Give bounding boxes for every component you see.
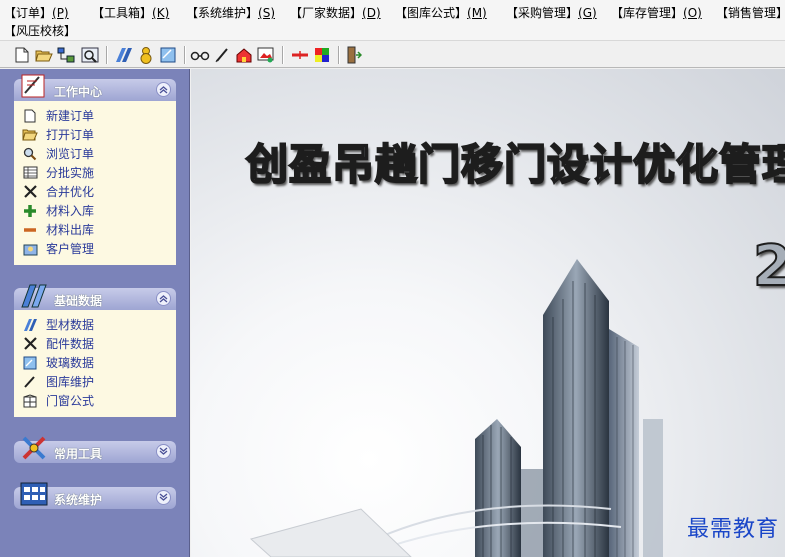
menu-sales[interactable]: 【销售管理】 (716, 5, 785, 21)
nav-item-new-order[interactable]: 新建订单 (22, 106, 172, 125)
menu-toolbox[interactable]: 【工具箱】(K) (92, 5, 169, 21)
nav-item-browse-orders[interactable]: 浏览订单 (22, 144, 172, 163)
group-body-basic-data: 型材数据 配件数据 玻璃数据 图库维护 门窗公式 (14, 310, 176, 417)
tools-icon (22, 336, 38, 352)
chevron-down-icon[interactable] (156, 490, 171, 505)
menu-vendor-data[interactable]: 【厂家数据】(D) (290, 5, 381, 21)
splash-title: 创盈吊趟门移门设计优化管理系统 (245, 139, 785, 190)
nav-item-open-order[interactable]: 打开订单 (22, 125, 172, 144)
work-center-icon (18, 71, 50, 101)
common-tools-icon (18, 433, 50, 463)
cut-line-icon[interactable] (290, 45, 310, 65)
group-header-common-tools[interactable]: 常用工具 (14, 436, 176, 463)
group-title: 工作中心 (54, 85, 103, 99)
gourd-icon[interactable] (136, 45, 156, 65)
basic-data-icon (18, 280, 50, 310)
menu-wind-pressure[interactable]: 【风压校核】 (4, 23, 76, 39)
magnifier-icon (22, 146, 38, 162)
glasses-icon[interactable] (190, 45, 210, 65)
glass-icon[interactable] (158, 45, 178, 65)
toolbar-separator (338, 46, 340, 64)
splash-screen: 创盈吊趟门移门设计优化管理系统 2 最需教育 (191, 69, 785, 557)
navigation-panel: 工作中心 新建订单 打开订单 浏览订单 分批实施 合并优化 材料入库 材料出库 … (0, 69, 190, 557)
toolbar (0, 40, 785, 68)
menu-inventory[interactable]: 【库存管理】(O) (611, 5, 702, 21)
open-folder-icon[interactable] (34, 45, 54, 65)
menu-bar: 【订单】(P) 【工具箱】(K) 【系统维护】(S) 【厂家数据】(D) 【图库… (0, 0, 785, 40)
watermark-text: 最需教育 (686, 517, 779, 542)
chevron-up-icon[interactable] (156, 82, 171, 97)
splash-version-fragment: 2 (752, 233, 785, 300)
menu-purchasing[interactable]: 【采购管理】(G) (506, 5, 597, 21)
group-title: 基础数据 (54, 294, 103, 308)
house-icon[interactable] (234, 45, 254, 65)
nav-item-library-maintenance[interactable]: 图库维护 (22, 372, 172, 391)
group-header-basic-data[interactable]: 基础数据 (14, 284, 176, 310)
nav-item-customer-management[interactable]: 客户管理 (22, 239, 172, 258)
nav-item-fittings-data[interactable]: 配件数据 (22, 334, 172, 353)
toolbar-separator (282, 46, 284, 64)
exit-door-icon[interactable] (344, 45, 364, 65)
nav-item-profile-data[interactable]: 型材数据 (22, 315, 172, 334)
group-title: 常用工具 (54, 447, 103, 461)
pen-icon (22, 374, 38, 390)
menu-library-formula[interactable]: 【图库公式】(M) (395, 5, 487, 21)
color-grid-icon[interactable] (312, 45, 332, 65)
nav-item-material-outbound[interactable]: 材料出库 (22, 220, 172, 239)
group-header-system-maintenance[interactable]: 系统维护 (14, 482, 176, 509)
nav-item-glass-data[interactable]: 玻璃数据 (22, 353, 172, 372)
table-icon (22, 165, 38, 181)
minus-icon (22, 222, 38, 238)
new-doc-icon (22, 108, 38, 124)
menu-system-maintenance[interactable]: 【系统维护】(S) (186, 5, 275, 21)
nav-item-batch-implementation[interactable]: 分批实施 (22, 163, 172, 182)
glass-icon (22, 355, 38, 371)
profile-icon (22, 317, 38, 333)
nav-item-merge-optimize[interactable]: 合并优化 (22, 182, 172, 201)
chevron-up-icon[interactable] (156, 291, 171, 306)
nav-item-window-formula[interactable]: 门窗公式 (22, 391, 172, 410)
new-file-icon[interactable] (12, 45, 32, 65)
material-icon[interactable] (114, 45, 134, 65)
pen-icon[interactable] (212, 45, 232, 65)
customer-icon (22, 241, 38, 257)
nav-item-material-inbound[interactable]: 材料入库 (22, 201, 172, 220)
toolbar-separator (106, 46, 108, 64)
chevron-down-icon[interactable] (156, 444, 171, 459)
system-maintenance-icon (18, 479, 50, 509)
tree-icon[interactable] (56, 45, 76, 65)
tools-icon (22, 184, 38, 200)
window-icon (22, 393, 38, 409)
group-body-work-center: 新建订单 打开订单 浏览订单 分批实施 合并优化 材料入库 材料出库 客户管理 (14, 101, 176, 265)
menu-order[interactable]: 【订单】(P) (4, 5, 69, 21)
group-header-work-center[interactable]: 工作中心 (14, 74, 176, 101)
toolbar-separator (184, 46, 186, 64)
preview-icon[interactable] (80, 45, 100, 65)
image-edit-icon[interactable] (256, 45, 276, 65)
plus-icon (22, 203, 38, 219)
group-title: 系统维护 (54, 493, 103, 507)
open-folder-icon (22, 127, 38, 143)
